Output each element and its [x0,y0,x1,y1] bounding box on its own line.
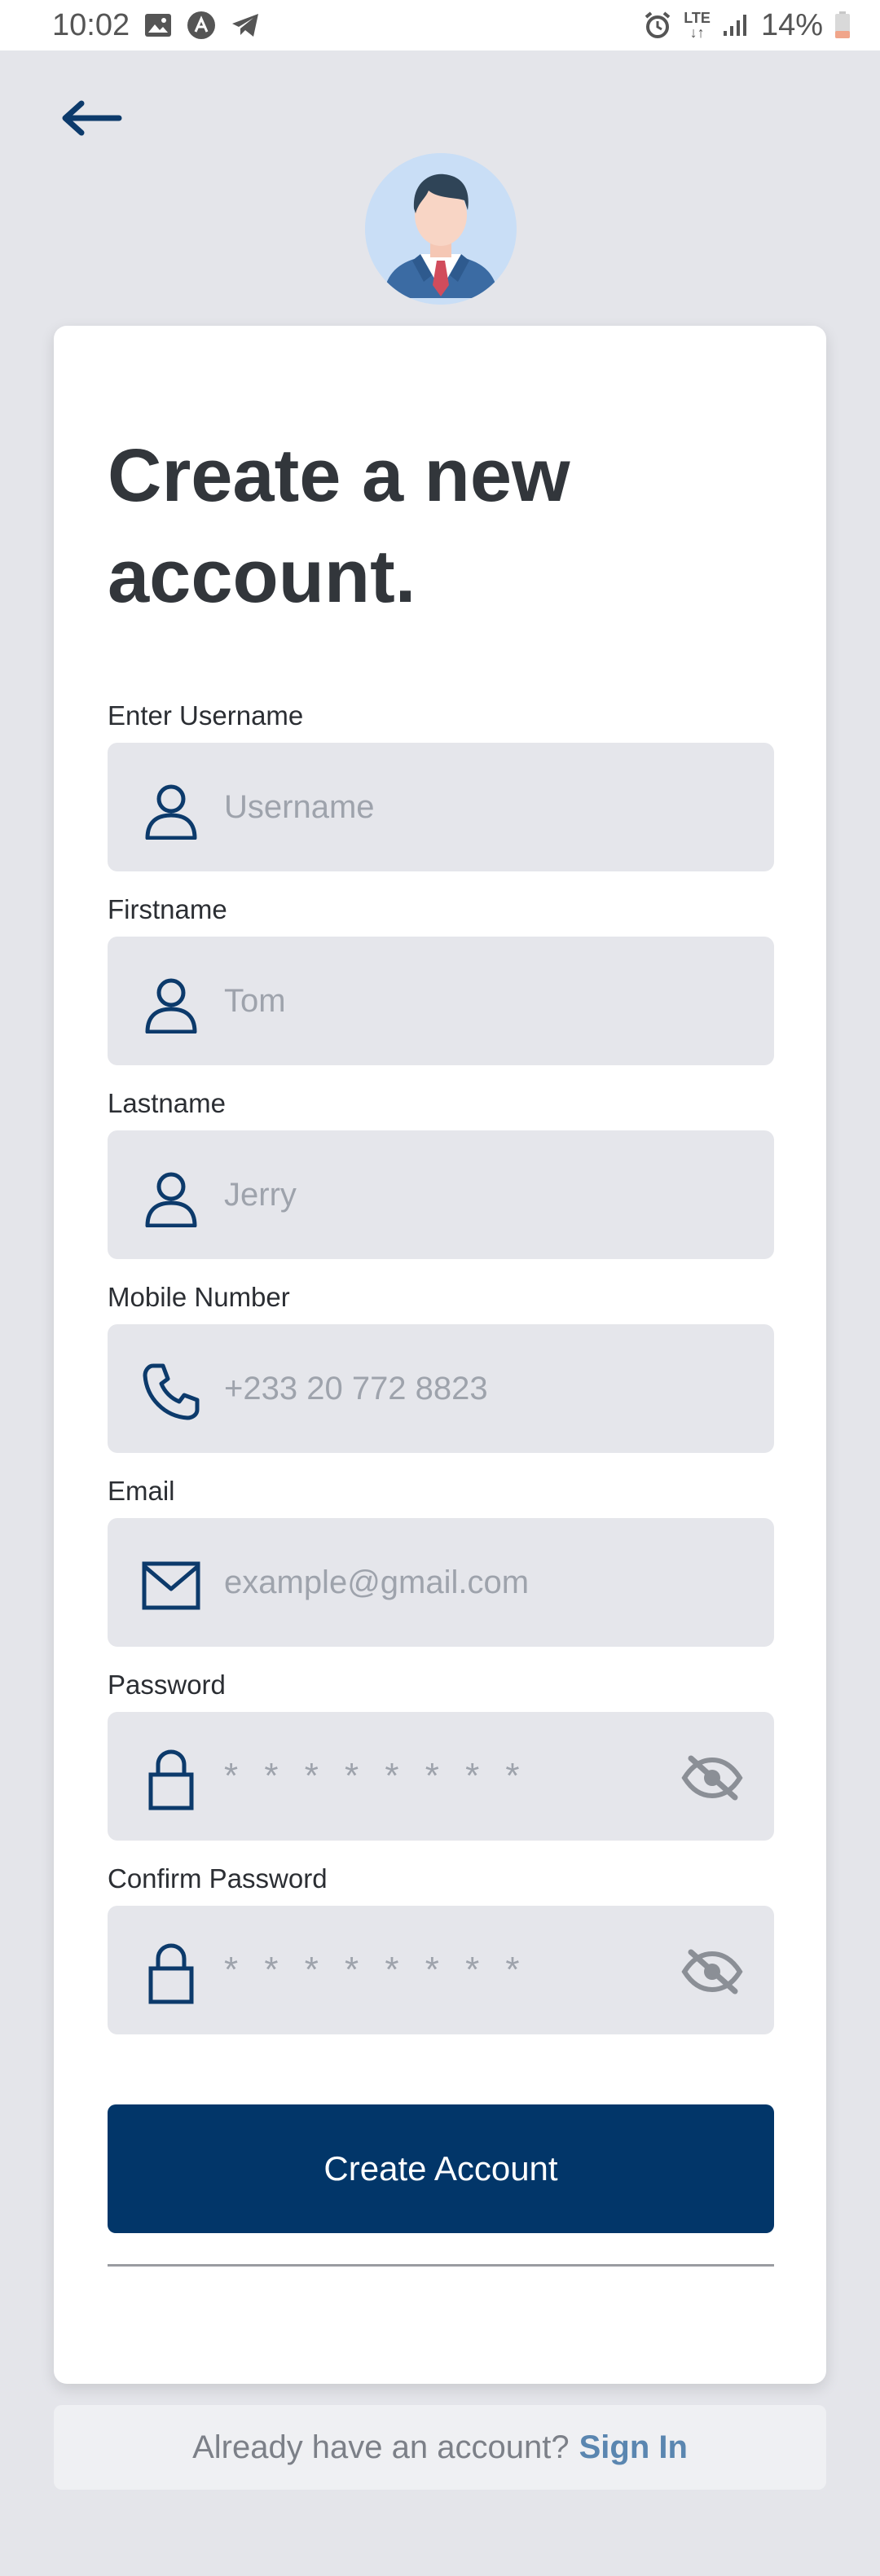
confirm-password-field[interactable]: * * * * * * * * [108,1906,774,2034]
alarm-icon [643,11,672,40]
lte-arrows: ↓↑ [689,24,705,41]
eye-off-icon[interactable] [680,1753,745,1802]
firstname-label: Firstname [108,894,227,924]
signup-card: Create a new account. Enter Username Use… [54,326,826,2384]
lastname-label: Lastname [108,1088,226,1118]
confirm-password-input[interactable]: * * * * * * * * [224,1906,528,2034]
telegram-icon [231,12,260,38]
firstname-field[interactable]: Tom [108,937,774,1065]
lte-label: LTE [684,10,711,26]
status-bar: 10:02 LTE ↓↑ 14% [0,0,880,50]
arrow-left-icon [62,100,122,136]
signin-link[interactable]: Sign In [579,2429,688,2466]
person-icon [142,781,200,840]
eye-off-icon[interactable] [680,1947,745,1996]
mobile-input[interactable]: +233 20 772 8823 [224,1324,488,1453]
person-icon [142,975,200,1033]
email-input[interactable]: example@gmail.com [224,1518,529,1647]
back-button[interactable] [59,90,124,147]
lastname-field[interactable]: Jerry [108,1130,774,1259]
password-label: Password [108,1670,226,1700]
status-bar-left: 10:02 [52,8,260,43]
signin-bar: Already have an account? Sign In [54,2405,826,2490]
username-field[interactable]: Username [108,743,774,871]
confirm-password-label: Confirm Password [108,1863,328,1894]
page-title: Create a new account. [108,434,570,618]
lte-indicator: LTE ↓↑ [684,11,711,40]
email-field[interactable]: example@gmail.com [108,1518,774,1647]
image-icon [144,13,172,37]
avatar [365,153,517,305]
password-input[interactable]: * * * * * * * * [224,1712,528,1841]
mobile-field[interactable]: +233 20 772 8823 [108,1324,774,1453]
signin-prompt: Already have an account? [192,2429,570,2465]
username-input[interactable]: Username [224,743,375,871]
status-time: 10:02 [52,7,130,42]
signal-icon [722,13,750,37]
firstname-input[interactable]: Tom [224,937,286,1065]
mobile-label: Mobile Number [108,1282,290,1312]
lock-icon [142,1749,200,1810]
divider [108,2264,774,2267]
create-account-button[interactable]: Create Account [108,2104,774,2233]
mail-icon [142,1556,200,1615]
password-field[interactable]: * * * * * * * * [108,1712,774,1841]
status-bar-right: LTE ↓↑ 14% [643,8,851,43]
lastname-input[interactable]: Jerry [224,1130,297,1259]
battery-percent: 14% [760,7,823,42]
email-label: Email [108,1476,175,1506]
app-badge-icon [187,11,216,40]
phone-icon [142,1363,200,1421]
businessman-avatar-icon [365,153,517,305]
lock-icon [142,1943,200,2004]
person-icon [142,1169,200,1227]
username-label: Enter Username [108,700,304,731]
battery-icon [834,11,851,39]
